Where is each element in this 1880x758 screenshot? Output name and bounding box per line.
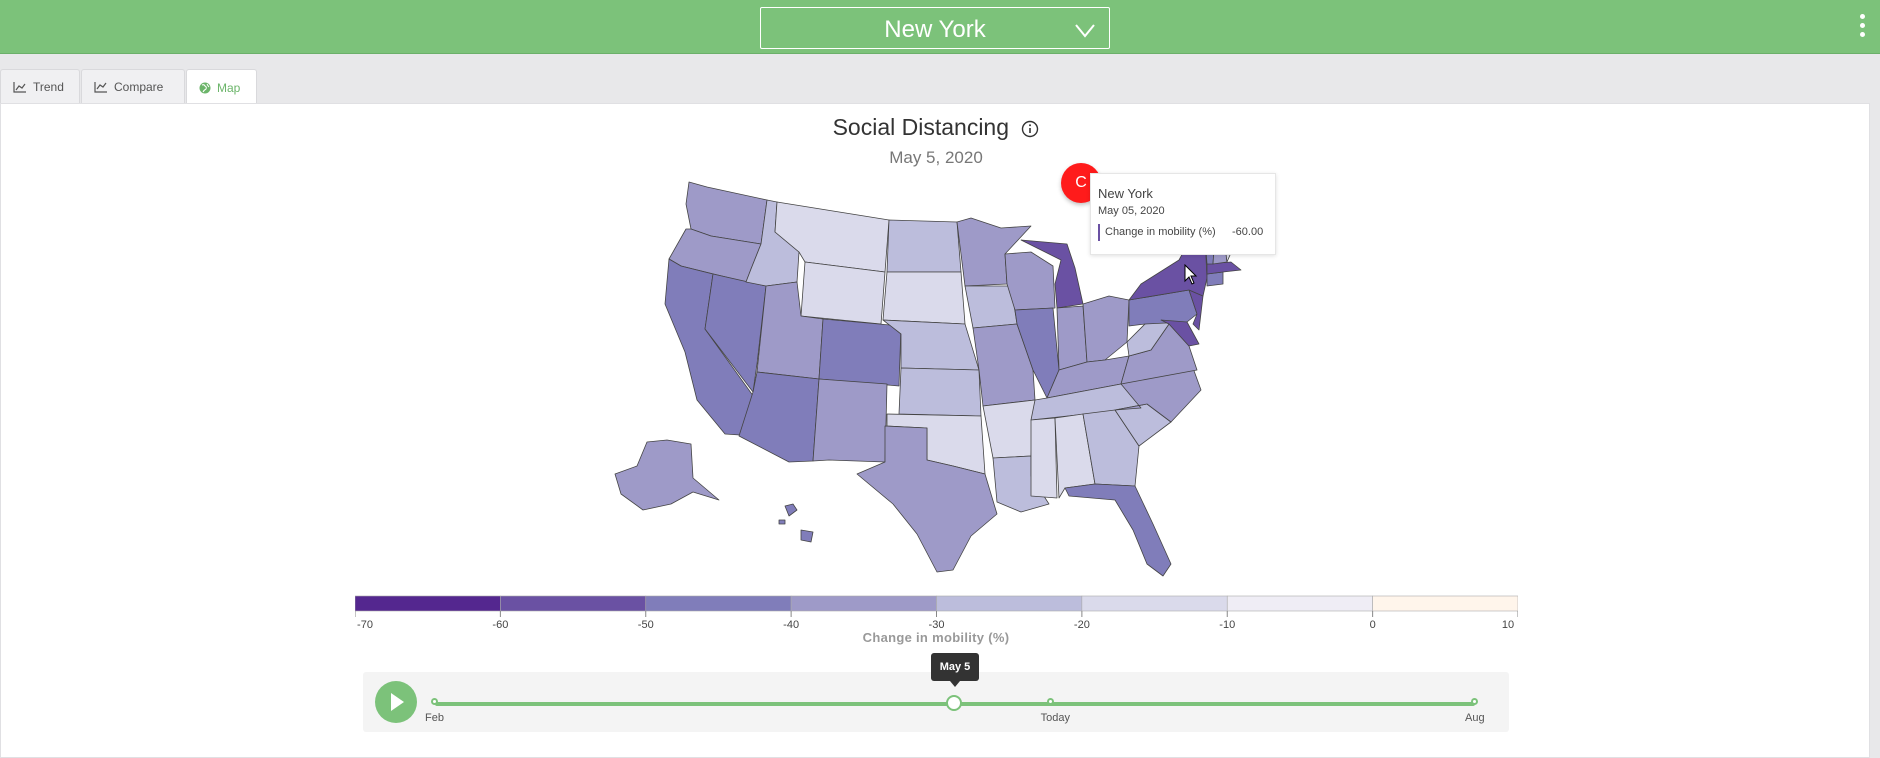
kebab-menu-icon[interactable] [1858, 14, 1866, 40]
tooltip-metric: Change in mobility (%) [1105, 226, 1216, 238]
tab-label: Compare [114, 80, 164, 94]
legend-swatch [645, 595, 792, 612]
state-mississippi[interactable] [1030, 417, 1058, 499]
timeline-handle[interactable] [946, 695, 962, 711]
timeline-tick-label: Today [1040, 712, 1071, 724]
state-wisconsin[interactable] [1004, 251, 1056, 311]
state-colorado[interactable] [818, 318, 902, 387]
map-date: May 5, 2020 [889, 148, 983, 167]
tab-label: Trend [33, 80, 64, 94]
state-alaska[interactable] [614, 439, 720, 511]
legend-swatch [936, 595, 1083, 612]
line-chart-icon [13, 82, 26, 93]
compare-chart-icon [94, 82, 107, 93]
legend-swatch [500, 595, 647, 612]
timeline-tick[interactable] [1471, 698, 1478, 705]
mouse-cursor-icon [1184, 264, 1198, 285]
timeline-tick-label: Aug [1465, 712, 1485, 724]
tooltip-swatch [1098, 224, 1100, 241]
map-panel: Social Distancing May 5, 2020 C New York… [0, 103, 1870, 758]
tooltip-region: New York [1098, 186, 1153, 201]
timeline-handle-tooltip: May 5 [931, 653, 979, 687]
tooltip-date: May 05, 2020 [1098, 205, 1165, 217]
state-north-dakota[interactable] [886, 219, 962, 273]
tab-trend[interactable]: Trend [0, 69, 80, 104]
state-arkansas[interactable] [982, 399, 1036, 459]
legend-title: Change in mobility (%) [862, 630, 1010, 645]
state-indiana[interactable] [1056, 305, 1088, 371]
timeline-tick[interactable] [1046, 698, 1054, 705]
location-dropdown[interactable]: New York [760, 7, 1110, 49]
tooltip-value: -60.00 [1232, 226, 1264, 238]
map-tooltip: New York May 05, 2020 Change in mobility… [1090, 173, 1276, 255]
legend-swatch [355, 595, 501, 612]
timeline-player: Feb Today Aug May 5 [363, 653, 1509, 732]
legend-swatch [1226, 595, 1373, 612]
state-florida[interactable] [1064, 483, 1172, 577]
legend-swatch [1372, 595, 1518, 612]
play-button[interactable] [375, 681, 417, 723]
info-icon[interactable] [1021, 120, 1039, 138]
state-ohio[interactable] [1082, 295, 1130, 363]
tab-map[interactable]: Map [186, 69, 257, 105]
state-new-mexico[interactable] [812, 378, 888, 463]
state-hawaii[interactable] [778, 503, 814, 543]
legend-swatch [790, 595, 937, 612]
legend-swatch [1081, 595, 1228, 612]
tab-label: Map [217, 80, 241, 95]
play-icon [391, 693, 404, 711]
location-dropdown-label: New York [884, 16, 986, 43]
map-title: Social Distancing [1, 114, 1871, 141]
chevron-down-icon [1075, 24, 1095, 38]
top-bar: New York [0, 0, 1880, 54]
state-kansas[interactable] [898, 367, 982, 417]
state-wyoming[interactable] [800, 261, 886, 325]
state-south-dakota[interactable] [882, 271, 966, 325]
timeline-tick[interactable] [431, 698, 438, 705]
timeline-tick-label: Feb [425, 712, 444, 724]
tab-compare[interactable]: Compare [81, 69, 185, 104]
map-title-text: Social Distancing [832, 114, 1010, 140]
globe-icon [199, 82, 211, 93]
